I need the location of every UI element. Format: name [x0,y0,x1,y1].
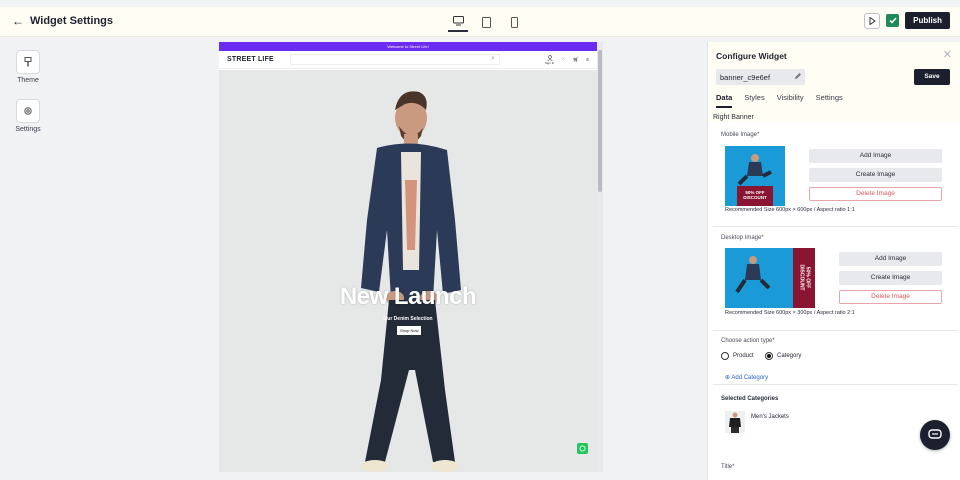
radio-category-label: Category [777,353,802,359]
panel-tabs: Data Styles Visibility Settings [716,93,843,108]
panel-header: Configure Widget ✕ banner_c9e6ef Save Da… [708,42,960,122]
hero-banner: New Launch Our Denim Selection Shop Now [219,70,597,472]
store-nav-icons: Sign In ♡ 🛒︎ ≡ [544,54,589,65]
mobile-icon [510,16,518,28]
scrollbar-thumb[interactable] [598,50,602,192]
mobile-recommended-size: Recommended Size 600px × 600px / Aspect … [725,207,855,213]
rail-label-settings: Settings [15,126,41,133]
desktop-delete-image-button[interactable]: Delete Image [839,290,942,304]
rail-icon-box [16,50,40,74]
desktop-icon [452,16,464,26]
search-icon: ⌕ [491,55,495,62]
tab-visibility[interactable]: Visibility [777,93,804,108]
top-bar: ← Widget Settings Publish [0,7,960,37]
save-button[interactable]: Save [914,69,950,85]
heart-icon[interactable]: ♡ [561,57,565,63]
autosave-checkbox[interactable] [886,14,900,27]
hero-title: New Launch [339,283,477,310]
mobile-image-label: Mobile Image* [721,132,760,138]
desktop-banner-promo: 50% OFF DISCOUNT [799,264,811,291]
panel-title: Configure Widget [716,51,787,61]
store-navbar: STREET LIFE ⌕ Sign In ♡ 🛒︎ ≡ [219,51,597,69]
tablet-view-button[interactable] [476,12,496,32]
rail-label-theme: Theme [17,77,39,84]
publish-button[interactable]: Publish [905,12,950,29]
play-icon [869,16,876,25]
back-button[interactable]: ← Widget Settings [12,14,113,28]
category-name: Men's Jackets [751,414,789,420]
divider [713,330,958,331]
check-icon [889,17,897,24]
desktop-image-thumbnail: 50% OFF DISCOUNT [725,248,815,308]
plus-circle-icon: ⊕ [725,375,731,381]
rail-item-theme[interactable]: Theme [12,50,44,84]
whatsapp-button[interactable] [577,443,588,454]
cart-icon[interactable]: 🛒︎ [573,57,579,63]
selected-categories-label: Selected Categories [721,396,779,402]
mobile-image-thumbnail: 50% OFF DISCOUNT [725,146,785,206]
divider [713,226,958,227]
arrow-left-icon: ← [12,14,24,28]
hero-subtitle: Our Denim Selection [383,316,433,322]
title-field-label: Title* [721,464,735,470]
page-title: Widget Settings [30,15,114,27]
theme-icon [24,57,32,67]
tab-styles[interactable]: Styles [744,93,764,108]
menu-icon[interactable]: ≡ [586,57,589,63]
desktop-promo-line1: 50% OFF [804,266,811,289]
desktop-create-image-button[interactable]: Create Image [839,271,942,285]
mobile-view-button[interactable] [504,12,524,32]
pencil-icon[interactable] [794,72,802,80]
chat-button[interactable] [920,420,950,450]
signin-link[interactable]: Sign In [544,54,555,65]
widget-id-value: banner_c9e6ef [720,73,771,82]
tab-settings[interactable]: Settings [816,93,843,108]
section-title: Right Banner [713,114,754,121]
divider [713,384,958,385]
desktop-image-label: Desktop Image* [721,235,764,241]
configure-widget-panel: Configure Widget ✕ banner_c9e6ef Save Da… [707,42,960,480]
preview-scrollbar[interactable] [597,42,603,472]
category-thumbnail [725,411,745,433]
store-preview: Welcome to Street Life! STREET LIFE ⌕ Si… [219,42,597,472]
radio-category[interactable]: Category [765,352,801,360]
mobile-delete-image-button[interactable]: Delete Image [809,187,942,201]
store-logo: STREET LIFE [227,56,274,63]
category-item: Men's Jackets [725,411,789,433]
desktop-recommended-size: Recommended Size 600px × 300px / Aspect … [725,310,855,316]
radio-product-circle[interactable] [721,352,729,360]
whatsapp-icon [579,445,586,452]
add-category-link[interactable]: ⊕ Add Category [725,374,768,381]
add-category-label: Add Category [731,375,769,381]
announcement-bar: Welcome to Street Life! [219,42,597,51]
desktop-add-image-button[interactable]: Add Image [839,252,942,266]
action-type-label: Choose action type* [721,338,775,344]
radio-category-circle[interactable] [765,352,773,360]
device-switcher [448,12,524,32]
hero-model-image [219,70,597,472]
top-actions: Publish [864,12,950,29]
tablet-icon [481,16,491,28]
signin-label: Sign In [544,60,555,65]
widget-id-field[interactable]: banner_c9e6ef [716,69,805,85]
radio-product[interactable]: Product [721,352,754,360]
rail-item-settings[interactable]: Settings [12,99,44,133]
rail-icon-box [16,99,40,123]
preview-button[interactable] [864,12,881,29]
radio-product-label: Product [733,353,754,359]
mobile-create-image-button[interactable]: Create Image [809,168,942,182]
desktop-promo-line2: DISCOUNT [799,264,805,291]
desktop-view-button[interactable] [448,12,468,32]
shop-now-button[interactable]: Shop Now [397,326,422,335]
store-search-input[interactable]: ⌕ [289,54,500,65]
mobile-banner-promo: 50% OFF DISCOUNT [737,190,773,200]
close-icon[interactable]: ✕ [943,48,952,61]
gear-icon [24,107,32,115]
mobile-add-image-button[interactable]: Add Image [809,149,942,163]
chat-icon [928,429,942,439]
tab-data[interactable]: Data [716,93,733,108]
mobile-promo-line2: DISCOUNT [743,195,767,200]
category-thumbnail-image [729,412,741,433]
